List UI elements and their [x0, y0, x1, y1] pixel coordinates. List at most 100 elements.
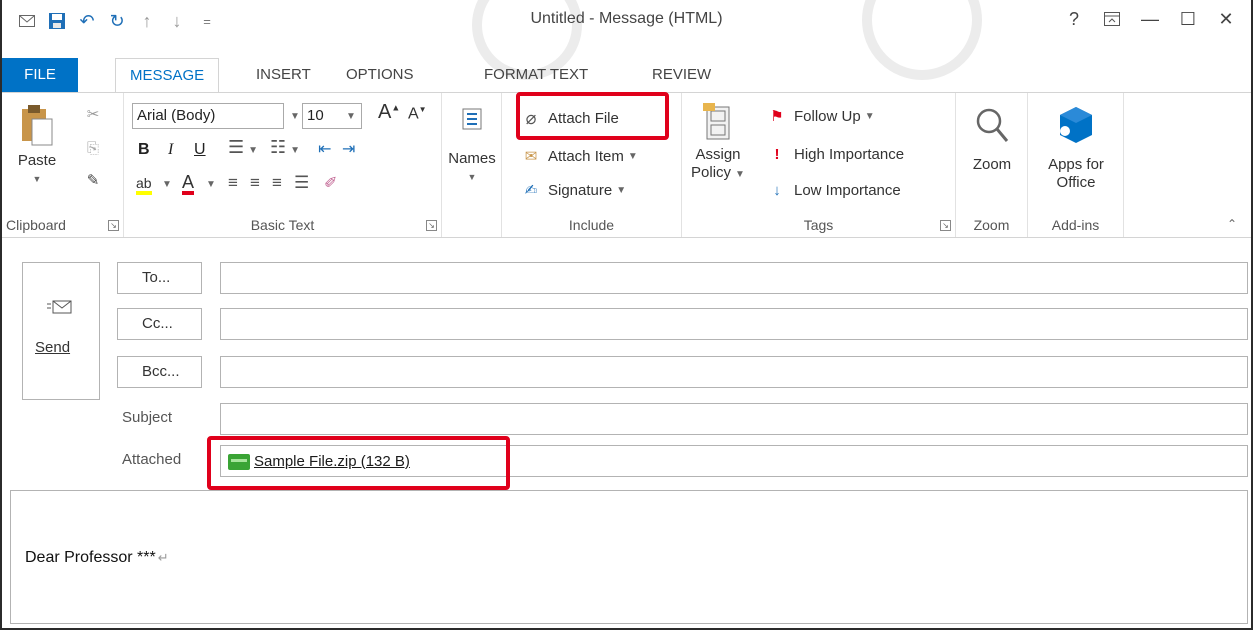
high-importance-button[interactable]: ! High Importance	[766, 141, 905, 167]
minimize-button[interactable]: —	[1131, 4, 1169, 34]
tags-group-label: Tags	[803, 217, 834, 233]
decrease-indent-icon[interactable]: ⇤	[318, 139, 331, 159]
collapse-ribbon-icon[interactable]: ⌃	[1227, 217, 1237, 231]
assign-policy-button[interactable]: Assign Policy ▼	[690, 103, 746, 184]
subject-field[interactable]	[220, 403, 1248, 435]
tab-format-text[interactable]: FORMAT TEXT	[470, 58, 602, 92]
align-left-icon[interactable]: ≡	[228, 173, 238, 193]
names-group: Names ▼	[442, 93, 502, 237]
ribbon-display-button[interactable]	[1093, 4, 1131, 34]
attach-file-highlight	[516, 92, 669, 140]
tags-launcher-icon[interactable]: ↘	[940, 220, 951, 231]
chevron-down-icon: ▼	[32, 174, 42, 184]
send-envelope-icon	[47, 300, 72, 314]
low-importance-button[interactable]: ↓ Low Importance	[766, 177, 901, 203]
apps-for-office-icon	[1060, 107, 1092, 143]
maximize-button[interactable]: ☐	[1169, 4, 1207, 34]
align-right-icon[interactable]: ≡	[272, 173, 282, 193]
policy-icon	[703, 103, 730, 140]
attach-item-icon: ✉	[524, 148, 538, 165]
copy-icon: ⎘	[86, 139, 99, 157]
apps-for-office-button[interactable]: Apps for Office	[1032, 105, 1120, 192]
grow-font-icon[interactable]: A▲	[378, 101, 400, 124]
paste-icon	[22, 105, 53, 146]
clipboard-group: Paste ▼ ✂ ⎘ ✎ Clipboard ↘	[2, 93, 124, 237]
help-button[interactable]: ?	[1055, 4, 1093, 34]
signature-icon: ✍	[524, 182, 538, 199]
font-dropdown-icon[interactable]: ▼	[290, 111, 300, 122]
clipboard-launcher-icon[interactable]: ↘	[108, 220, 119, 231]
shrink-font-icon[interactable]: A▼	[408, 105, 427, 123]
basic-text-group: Arial (Body) ▼ 10 ▼ A▲ A▼ B I U ☰ ▼ ☷ ▼ ⇤ …	[124, 93, 442, 237]
to-field[interactable]	[220, 262, 1248, 294]
follow-up-button[interactable]: ⚑ Follow Up ▼	[766, 103, 874, 129]
names-button[interactable]: Names ▼	[446, 107, 498, 186]
basic-text-launcher-icon[interactable]: ↘	[426, 220, 437, 231]
high-importance-label: High Importance	[794, 145, 905, 163]
magnifier-icon	[976, 108, 1009, 142]
tab-review[interactable]: REVIEW	[638, 58, 725, 92]
follow-up-label: Follow Up	[794, 107, 861, 125]
down-arrow-icon: ↓	[773, 181, 781, 199]
title-bar: ↶ ↻ ↑ ↓ = Untitled - Message (HTML) ? — …	[2, 0, 1251, 80]
font-color-icon[interactable]: A	[182, 173, 195, 195]
cut-button[interactable]: ✂	[82, 101, 110, 127]
flag-icon: ⚑	[770, 108, 784, 125]
signature-button[interactable]: ✍ Signature ▼	[520, 177, 626, 203]
message-body[interactable]: Dear Professor *** ↵	[10, 490, 1248, 624]
addins-group: Apps for Office Add-ins	[1028, 93, 1124, 237]
send-button[interactable]: Send	[22, 262, 100, 400]
apps-label-line1: Apps for	[1048, 156, 1104, 173]
zoom-label: Zoom	[972, 156, 1012, 173]
underline-icon[interactable]: U	[194, 141, 206, 159]
ribbon-tabs: FILE MESSAGE INSERT OPTIONS FORMAT TEXT …	[2, 58, 1251, 93]
exclamation-icon: !	[774, 145, 780, 163]
justify-icon[interactable]: ☰	[294, 173, 309, 193]
zoom-group: Zoom Zoom	[956, 93, 1028, 237]
close-button[interactable]: ✕	[1207, 4, 1245, 34]
bullets-icon[interactable]: ☰ ▼	[228, 137, 258, 158]
tab-message[interactable]: MESSAGE	[115, 58, 220, 93]
font-color-dropdown-icon[interactable]: ▼	[206, 179, 216, 190]
address-book-icon	[462, 108, 482, 130]
tab-insert[interactable]: INSERT	[242, 58, 325, 92]
low-importance-label: Low Importance	[794, 181, 901, 199]
to-button[interactable]: To...	[117, 262, 202, 294]
basic-text-group-label: Basic Text	[250, 217, 315, 233]
bcc-field[interactable]	[220, 356, 1248, 388]
to-label: To...	[142, 269, 171, 286]
attachment-highlight	[207, 436, 510, 490]
clear-formatting-icon[interactable]: ✐	[324, 173, 337, 193]
font-name-select[interactable]: Arial (Body)	[132, 103, 284, 129]
policy-label: Policy	[691, 164, 732, 181]
highlight-icon[interactable]: ab	[136, 175, 152, 195]
highlight-dropdown-icon[interactable]: ▼	[162, 179, 172, 190]
outlook-message-window: ↶ ↻ ↑ ↓ = Untitled - Message (HTML) ? — …	[0, 0, 1253, 630]
scissors-icon: ✂	[86, 106, 100, 123]
zoom-button[interactable]: Zoom	[962, 107, 1022, 174]
increase-indent-icon[interactable]: ⇥	[342, 139, 355, 159]
body-text-content: Dear Professor ***	[25, 549, 156, 566]
paragraph-mark-icon: ↵	[157, 550, 169, 565]
window-controls: ? — ☐ ✕	[1055, 4, 1245, 34]
paste-label: Paste	[17, 152, 57, 169]
tab-options[interactable]: OPTIONS	[332, 58, 428, 92]
numbering-icon[interactable]: ☷ ▼	[270, 137, 300, 158]
size-dropdown-icon[interactable]: ▼	[346, 111, 356, 122]
copy-button[interactable]: ⎘	[82, 135, 110, 161]
cc-button[interactable]: Cc...	[117, 308, 202, 340]
bcc-button[interactable]: Bcc...	[117, 356, 202, 388]
signature-label: Signature	[548, 181, 613, 199]
bold-icon[interactable]: B	[138, 141, 150, 159]
tags-group: Assign Policy ▼ ⚑ Follow Up ▼ ! High Impor…	[682, 93, 956, 237]
cc-field[interactable]	[220, 308, 1248, 340]
brush-icon: ✎	[86, 172, 100, 189]
attach-item-button[interactable]: ✉ Attach Item ▼	[520, 143, 638, 169]
subject-label: Subject	[122, 409, 173, 426]
align-center-icon[interactable]: ≡	[250, 173, 260, 193]
tab-file[interactable]: FILE	[2, 58, 78, 92]
italic-icon[interactable]: I	[168, 141, 173, 159]
format-painter-button[interactable]: ✎	[82, 167, 110, 193]
paste-button[interactable]: Paste ▼	[6, 103, 68, 188]
chevron-down-icon: ▼	[467, 172, 477, 182]
